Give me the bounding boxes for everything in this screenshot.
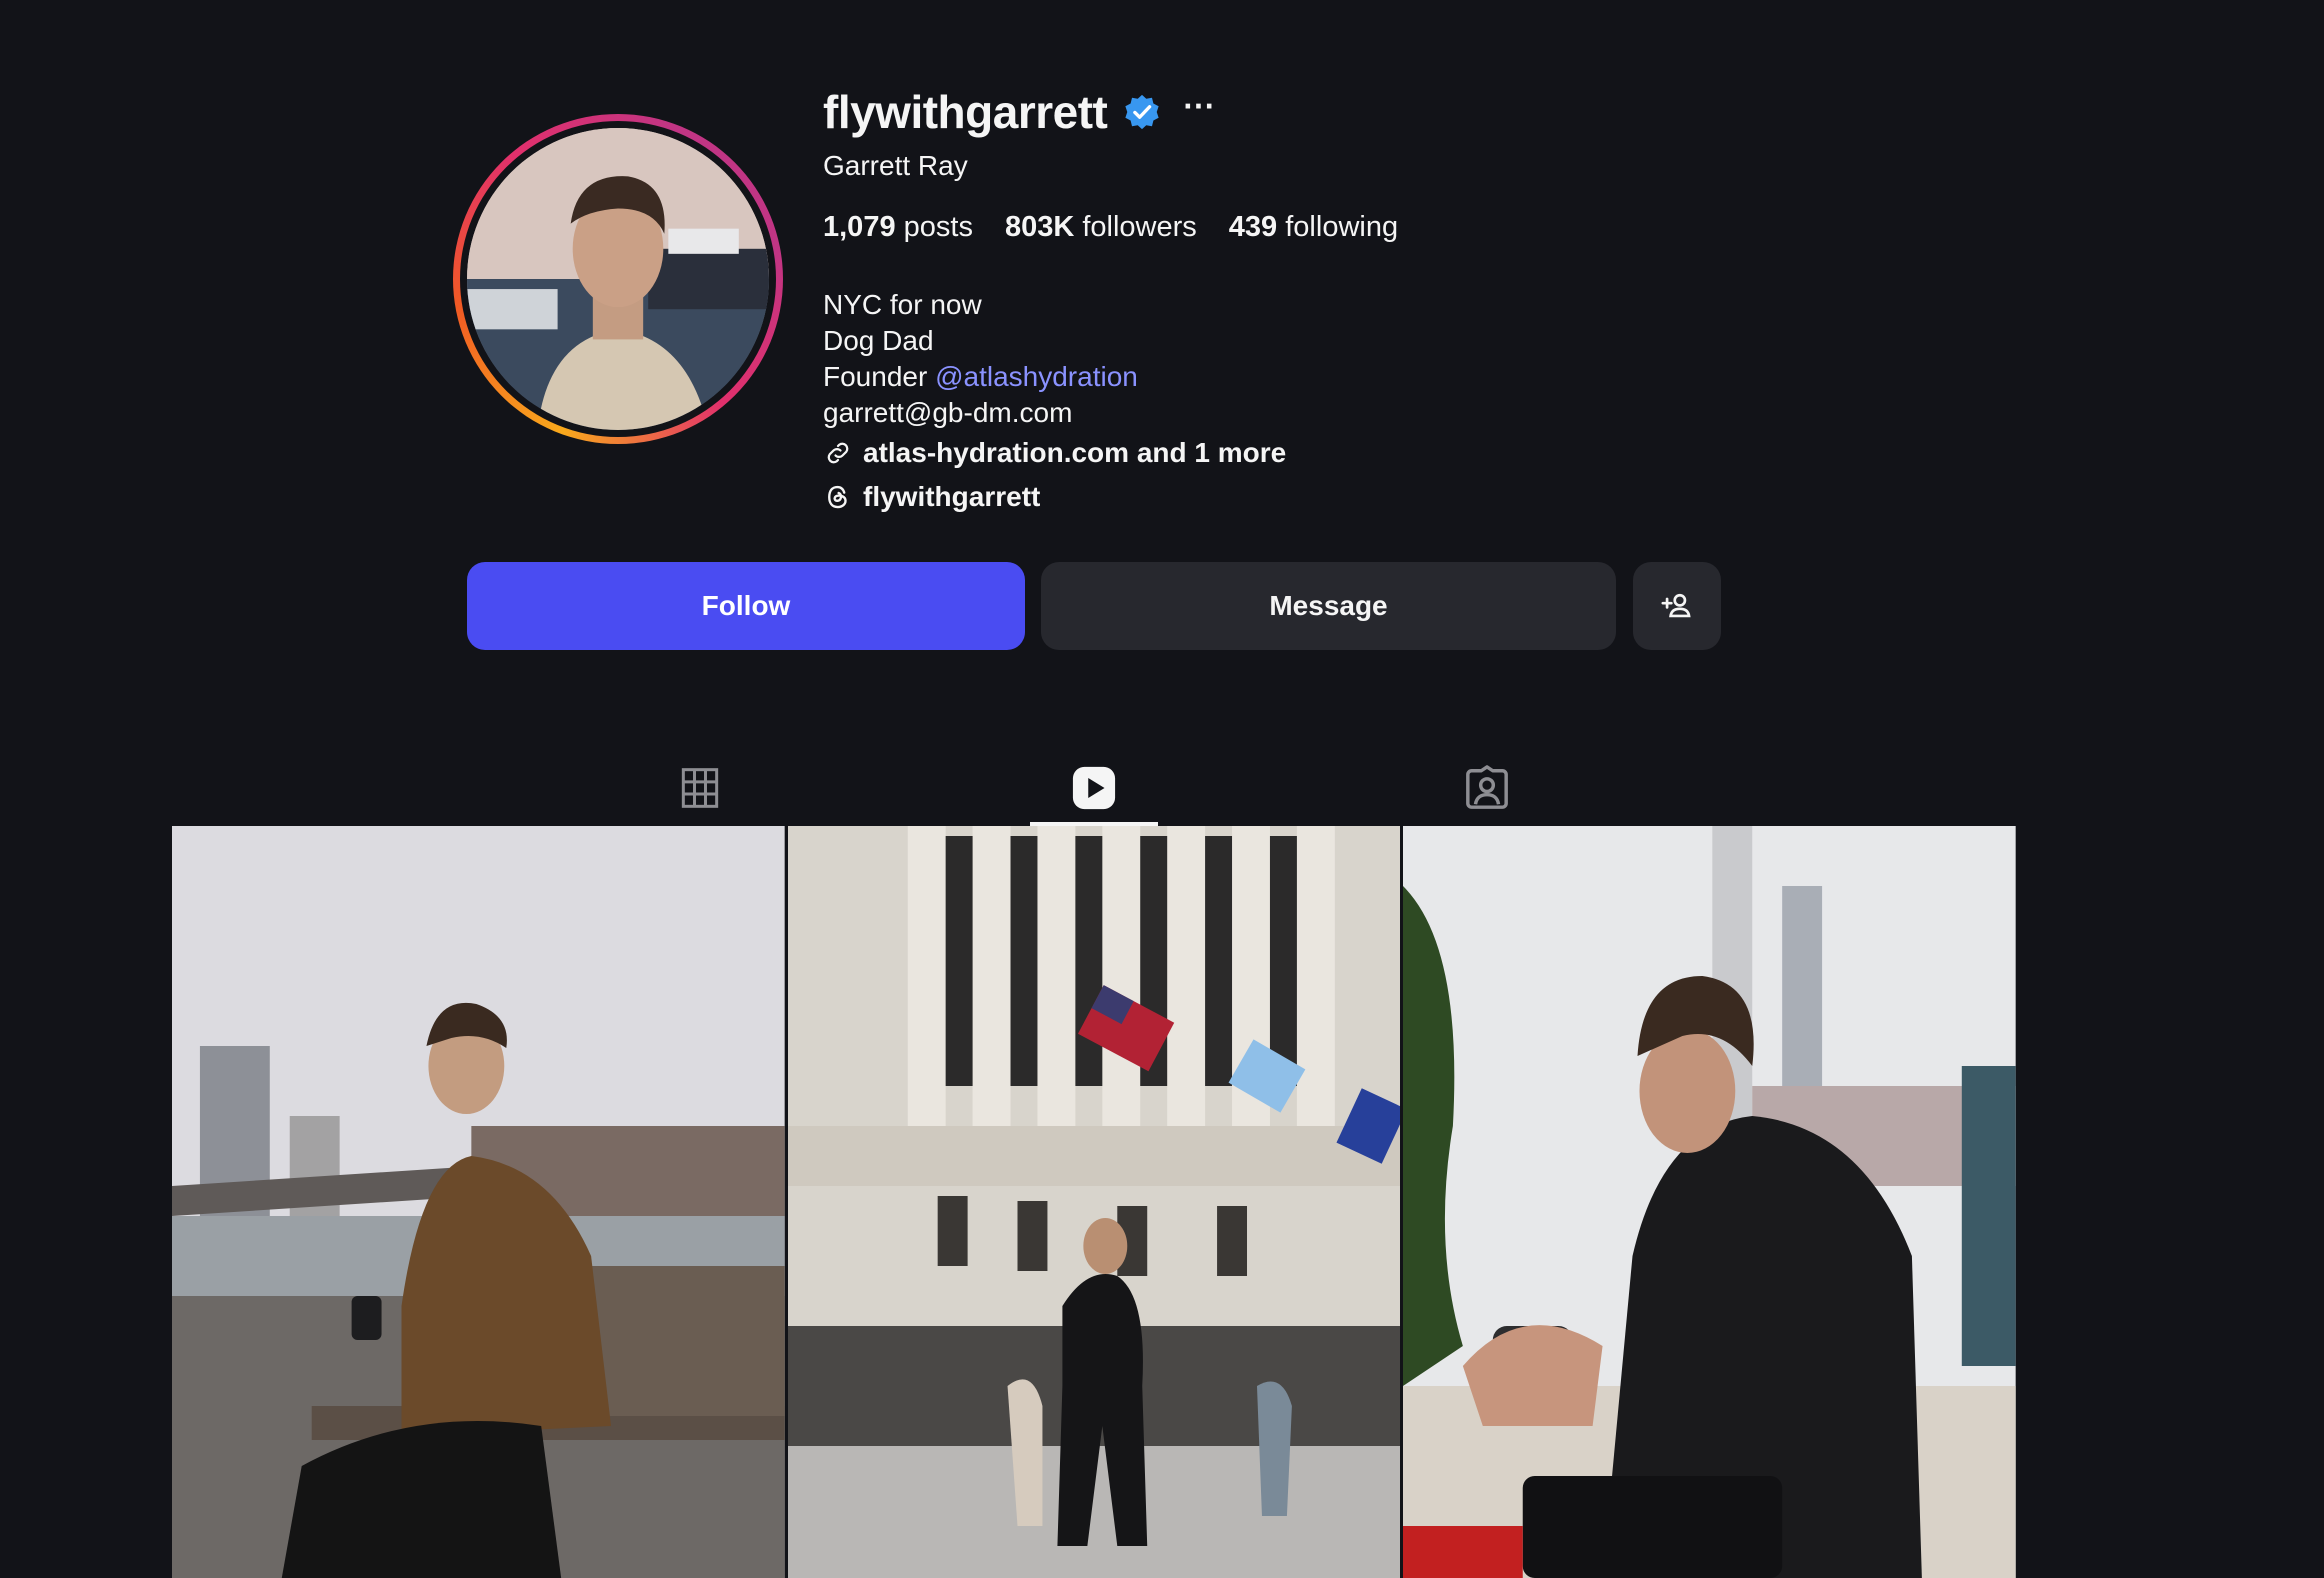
following-count[interactable]: 439 following xyxy=(1229,211,1398,244)
verified-badge-icon xyxy=(1125,94,1159,130)
profile-tabs xyxy=(0,750,2324,826)
external-link[interactable]: atlas-hydration.com and 1 more xyxy=(823,437,1286,469)
reel-photo-product xyxy=(1403,826,2017,1578)
bio: NYC for now Dog Dad Founder @atlashydrat… xyxy=(823,287,1138,431)
username: flywithgarrett xyxy=(823,86,1108,138)
suggest-user-button[interactable] xyxy=(1633,562,1721,650)
grid-icon xyxy=(681,768,719,808)
follow-button[interactable]: Follow xyxy=(467,562,1025,650)
add-user-icon xyxy=(1661,593,1691,618)
threads-icon xyxy=(828,485,847,509)
tab-posts[interactable] xyxy=(636,750,764,826)
mention-link[interactable]: @atlashydration xyxy=(935,361,1138,392)
reel-thumbnail[interactable] xyxy=(787,826,1401,1578)
reel-photo-nyse xyxy=(787,826,1401,1578)
reel-thumbnail[interactable] xyxy=(1403,826,2017,1578)
reel-photo-bench xyxy=(172,826,785,1578)
posts-count: 1,079 posts xyxy=(823,211,973,243)
link-text[interactable]: atlas-hydration.com and 1 more xyxy=(863,437,1286,469)
reels-grid xyxy=(172,826,2017,1578)
bio-line: NYC for now xyxy=(823,289,982,320)
username-row: flywithgarrett ··· xyxy=(823,84,1215,140)
reels-icon xyxy=(1072,766,1116,810)
tab-reels[interactable] xyxy=(1030,750,1158,826)
message-button[interactable]: Message xyxy=(1041,562,1616,650)
followers-count[interactable]: 803K followers xyxy=(1005,211,1197,244)
reel-thumbnail[interactable] xyxy=(172,826,785,1578)
tagged-icon xyxy=(1466,765,1508,809)
profile-stats: 1,079 posts 803K followers 439 following xyxy=(823,211,1430,244)
full-name: Garrett Ray xyxy=(823,150,968,181)
more-options-icon[interactable]: ··· xyxy=(1183,90,1215,122)
tab-tagged[interactable] xyxy=(1423,750,1551,826)
threads-handle[interactable]: flywithgarrett xyxy=(863,481,1040,513)
avatar-photo xyxy=(467,128,769,430)
profile-avatar[interactable] xyxy=(453,114,783,444)
bio-line: Dog Dad xyxy=(823,325,934,356)
bio-email: garrett@gb-dm.com xyxy=(823,397,1073,428)
threads-link[interactable]: flywithgarrett xyxy=(823,481,1040,513)
link-icon xyxy=(827,442,849,464)
bio-line: Founder @atlashydration xyxy=(823,361,1138,392)
